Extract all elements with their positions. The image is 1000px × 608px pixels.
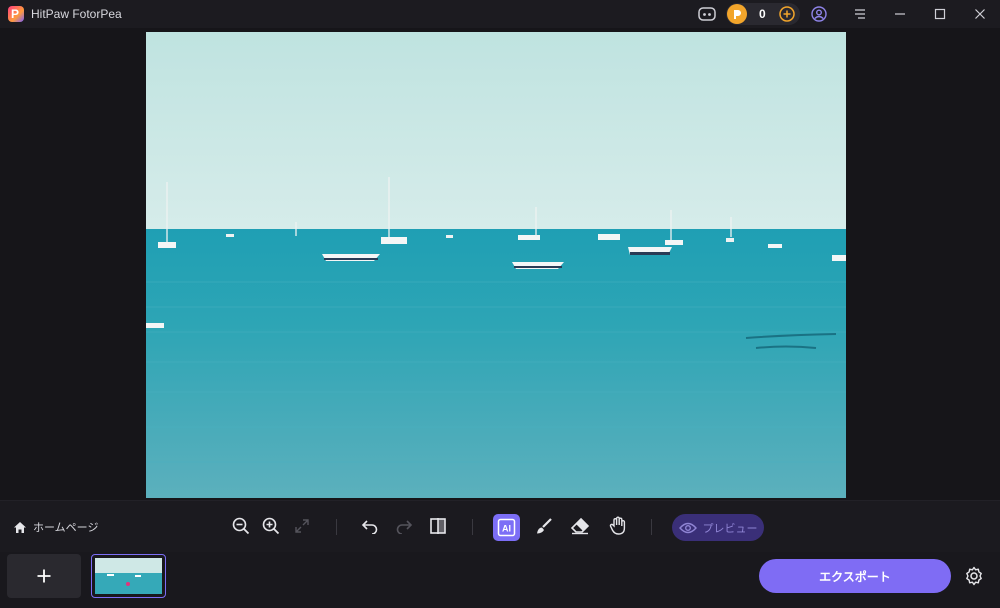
settings-icon[interactable] [963, 565, 985, 587]
app-logo-icon: P [8, 6, 24, 22]
brush-icon[interactable] [533, 515, 555, 537]
toolbar-divider [472, 519, 473, 535]
home-button[interactable]: ホームページ [13, 519, 98, 535]
discord-icon[interactable] [696, 3, 718, 25]
credit-count: 0 [759, 7, 766, 21]
export-button[interactable]: エクスポート [759, 559, 951, 593]
fit-screen-icon[interactable] [291, 515, 313, 537]
zoom-in-icon[interactable] [260, 515, 282, 537]
app-title: HitPaw FotorPea [31, 7, 122, 21]
ai-label: AI [502, 524, 511, 534]
toolbar-divider [336, 519, 337, 535]
hand-icon[interactable] [607, 515, 629, 537]
logo-letter: P [11, 7, 20, 21]
redo-icon[interactable] [393, 515, 415, 537]
eye-icon [678, 522, 697, 533]
coin-icon [727, 4, 747, 24]
toolbar-divider [651, 519, 652, 535]
credits-pill[interactable]: 0 [726, 3, 800, 25]
photo-preview[interactable] [146, 32, 846, 498]
add-credits-icon[interactable] [778, 6, 795, 22]
editor-canvas [0, 28, 1000, 500]
preview-label: プレビュー [702, 522, 758, 535]
home-icon [14, 521, 26, 533]
menu-icon[interactable] [840, 0, 880, 28]
compare-icon[interactable] [427, 515, 449, 537]
maximize-icon[interactable] [920, 0, 960, 28]
bottom-bar: エクスポート [0, 552, 1000, 608]
title-bar: P HitPaw FotorPea 0 [0, 0, 1000, 28]
preview-button[interactable]: プレビュー [672, 514, 764, 541]
add-image-button[interactable] [7, 554, 81, 598]
zoom-out-icon[interactable] [230, 515, 252, 537]
eraser-icon[interactable] [569, 515, 591, 537]
undo-icon[interactable] [359, 515, 381, 537]
editor-toolbar: ホームページ AI プレビュー [0, 500, 1000, 552]
account-icon[interactable] [808, 3, 830, 25]
plus-icon [37, 569, 51, 583]
image-thumbnail[interactable] [91, 554, 166, 598]
minimize-icon[interactable] [880, 0, 920, 28]
close-icon[interactable] [960, 0, 1000, 28]
ai-select-icon[interactable]: AI [493, 514, 520, 541]
home-label: ホームページ [33, 522, 99, 534]
